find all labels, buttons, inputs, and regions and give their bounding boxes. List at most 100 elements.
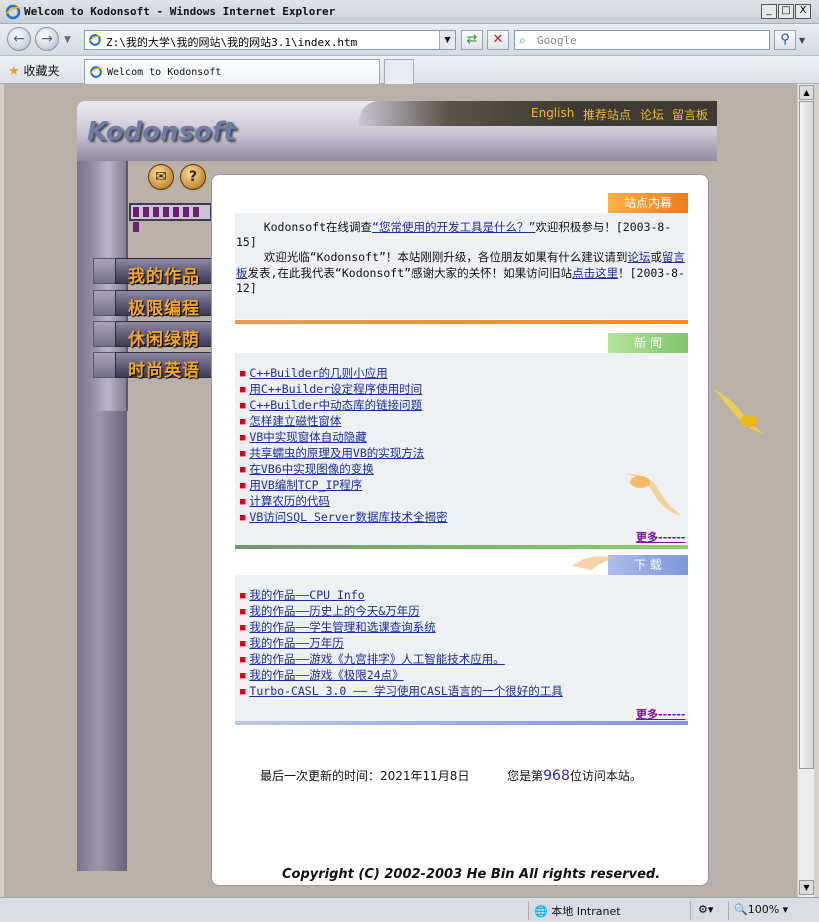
old-site-link[interactable]: 点击这里 xyxy=(572,266,618,280)
menu-rail xyxy=(93,321,117,347)
visit-text-pre: 您是第 xyxy=(507,769,544,783)
bullet-icon: ■ xyxy=(240,639,246,649)
nav-link-guestbook[interactable]: 留言板 xyxy=(672,106,708,123)
news-link[interactable]: 在VB6中实现图像的变换 xyxy=(249,462,373,476)
zoom-level: 100% xyxy=(747,903,780,916)
favorites-button[interactable]: ★ 收藏夹 xyxy=(8,62,60,79)
news-header: 新 闻 xyxy=(608,333,688,353)
site-header: Kodonsoft English 推荐站点 论坛 留言板 xyxy=(77,101,717,161)
help-icon[interactable]: ? xyxy=(180,164,206,190)
downloads-header: 下 载 xyxy=(608,555,688,575)
history-dropdown-icon[interactable]: ▼ xyxy=(64,35,71,45)
goldfish-icon xyxy=(572,556,616,570)
search-provider-icon: ⌕ xyxy=(519,33,526,47)
top-navigation: English 推荐站点 论坛 留言板 xyxy=(359,101,717,126)
goldfish-icon xyxy=(714,389,764,434)
favorites-star-icon: ★ xyxy=(8,64,20,79)
list-item: ■ Turbo-CASL 3.0 —— 学习使用CASL语言的一个很好的工具 xyxy=(240,684,563,700)
download-link[interactable]: Turbo-CASL 3.0 —— 学习使用CASL语言的一个很好的工具 xyxy=(249,684,562,698)
news-link[interactable]: C++Builder中动态库的链接问题 xyxy=(249,398,422,412)
mail-icon[interactable]: ✉ xyxy=(148,164,174,190)
survey-link[interactable]: “您常使用的开发工具是什么？” xyxy=(372,220,535,234)
notice-item: 欢迎光临“Kodonsoft”！本站刚刚升级，各位朋友如果有什么建议请到论坛或留… xyxy=(236,250,686,296)
list-item: ■ 怎样建立磁性窗体 xyxy=(240,414,448,430)
download-link[interactable]: 我的作品——历史上的今天&万年历 xyxy=(249,604,419,618)
scroll-up-icon[interactable]: ▲ xyxy=(799,85,814,100)
bullet-icon: ■ xyxy=(240,607,246,617)
site-logo[interactable]: Kodonsoft xyxy=(87,117,236,147)
zoom-control[interactable]: 🔍100% ▾ xyxy=(734,903,788,916)
search-box[interactable]: ⌕ Google xyxy=(514,30,770,50)
footer-info: 最后一次更新的时间：2021年11月8日 您是第968位访问本站。 xyxy=(260,767,642,784)
nav-link-forum[interactable]: 论坛 xyxy=(640,106,664,123)
status-divider xyxy=(528,901,529,920)
list-item: ■ 我的作品——CPU Info xyxy=(240,588,563,604)
list-item: ■ 共享蠕虫的原理及用VB的实现方法 xyxy=(240,446,448,462)
nav-link-english[interactable]: English xyxy=(531,106,574,120)
menu-label: 休闲绿荫 xyxy=(128,330,200,350)
menu-label: 我的作品 xyxy=(128,267,200,287)
notice-text: Kodonsoft在线调查“您常使用的开发工具是什么？”欢迎积极参与！[2003… xyxy=(236,220,686,296)
download-link[interactable]: 我的作品——CPU Info xyxy=(249,588,364,602)
bullet-icon: ■ xyxy=(240,369,246,379)
news-link[interactable]: 共享蠕虫的原理及用VB的实现方法 xyxy=(249,446,424,460)
list-item: ■ C++Builder的几则小应用 xyxy=(240,366,448,382)
address-bar[interactable]: Z:\我的大学\我的网站\我的网站3.1\index.htm ▼ xyxy=(84,30,456,50)
forward-arrow-icon: → xyxy=(41,31,53,47)
status-bar: 🌐 本地 Intranet ⚙▾ 🔍100% ▾ xyxy=(0,897,819,922)
favorites-label: 收藏夹 xyxy=(23,64,60,78)
window-title: Welcom to Kodonsoft - Windows Internet E… xyxy=(24,5,336,18)
notice-header: 站点内幕 xyxy=(608,193,688,213)
back-button[interactable]: ← xyxy=(7,27,31,51)
news-link[interactable]: 计算农历的代码 xyxy=(249,494,330,508)
back-arrow-icon: ← xyxy=(13,31,25,47)
bullet-icon: ■ xyxy=(240,417,246,427)
nav-link-recommended[interactable]: 推荐站点 xyxy=(583,106,631,123)
search-button[interactable]: ⚲ xyxy=(774,30,796,50)
bullet-icon: ■ xyxy=(240,687,246,697)
news-more-link[interactable]: 更多------ xyxy=(636,529,685,545)
news-link[interactable]: VB访问SQL Server数据库技术全揭密 xyxy=(249,510,447,524)
news-link[interactable]: 用VB编制TCP_IP程序 xyxy=(249,478,362,492)
list-item: ■ 计算农历的代码 xyxy=(240,494,448,510)
bullet-icon: ■ xyxy=(240,497,246,507)
news-link[interactable]: C++Builder的几则小应用 xyxy=(249,366,387,380)
last-updated-text: 最后一次更新的时间：2021年11月8日 xyxy=(260,769,470,783)
list-item: ■ C++Builder中动态库的链接问题 xyxy=(240,398,448,414)
stop-button[interactable]: ✕ xyxy=(487,30,509,50)
download-link[interactable]: 我的作品——万年历 xyxy=(249,636,343,650)
downloads-more-link[interactable]: 更多------ xyxy=(636,706,685,722)
menu-leisure[interactable]: 休闲绿荫 xyxy=(115,321,223,350)
maximize-button[interactable]: □ xyxy=(778,4,794,19)
scroll-thumb[interactable] xyxy=(799,101,814,769)
minimize-button[interactable]: _ xyxy=(761,4,777,19)
refresh-button[interactable]: ⇄ xyxy=(461,30,483,50)
vertical-scrollbar[interactable]: ▲ ▼ xyxy=(797,84,814,897)
address-dropdown-icon[interactable]: ▼ xyxy=(439,31,455,49)
bullet-icon: ■ xyxy=(240,623,246,633)
forward-button[interactable]: → xyxy=(35,27,59,51)
new-tab-button[interactable] xyxy=(384,59,414,84)
download-link[interactable]: 我的作品——游戏《九宫排字》人工智能技术应用。 xyxy=(249,652,504,666)
search-options-dropdown-icon[interactable]: ▼ xyxy=(799,36,805,45)
menu-extreme-programming[interactable]: 极限编程 xyxy=(115,290,223,319)
bullet-icon: ■ xyxy=(240,655,246,665)
news-link[interactable]: 用C++Builder设定程序使用时间 xyxy=(249,382,422,396)
navigation-bar: ← → ▼ Z:\我的大学\我的网站\我的网站3.1\index.htm ▼ ⇄… xyxy=(0,24,819,56)
forum-link[interactable]: 论坛 xyxy=(627,250,650,264)
news-link[interactable]: 怎样建立磁性窗体 xyxy=(249,414,341,428)
browser-tab[interactable]: Welcom to Kodonsoft xyxy=(84,59,380,84)
news-link[interactable]: VB中实现窗体自动隐藏 xyxy=(249,430,366,444)
tab-ie-icon xyxy=(89,66,103,78)
protected-mode-icon[interactable]: ⚙▾ xyxy=(698,903,713,916)
close-button[interactable]: X xyxy=(795,4,811,19)
copyright-text: Copyright (C) 2002-2003 He Bin All right… xyxy=(282,867,661,882)
download-link[interactable]: 我的作品——学生管理和选课查询系统 xyxy=(249,620,435,634)
list-item: ■ 我的作品——学生管理和选课查询系统 xyxy=(240,620,563,636)
search-placeholder: Google xyxy=(537,34,577,47)
security-zone[interactable]: 🌐 本地 Intranet xyxy=(534,903,621,919)
menu-my-works[interactable]: 我的作品 xyxy=(115,258,223,287)
scroll-down-icon[interactable]: ▼ xyxy=(799,880,814,895)
download-link[interactable]: 我的作品——游戏《极限24点》 xyxy=(249,668,403,682)
menu-english[interactable]: 时尚英语 xyxy=(115,352,223,381)
